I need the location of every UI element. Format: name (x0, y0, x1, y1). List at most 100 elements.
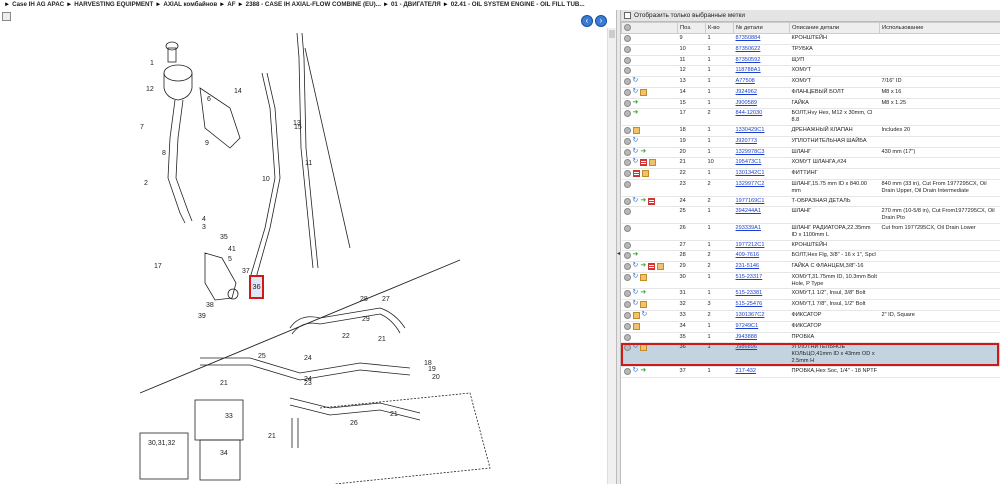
refresh-icon[interactable]: ↻ (633, 263, 639, 270)
refresh-icon[interactable]: ↻ (633, 78, 639, 85)
part-number-link[interactable]: 1977169C1 (734, 196, 790, 207)
diagram-callout[interactable]: 12 (146, 86, 154, 93)
column-header[interactable]: Использование (880, 23, 1000, 34)
diagram-callout[interactable]: 24 (304, 355, 312, 362)
diagram-callout[interactable]: 33 (225, 413, 233, 420)
gear-icon[interactable] (624, 263, 631, 270)
breadcrumb-item[interactable]: AF (227, 1, 235, 8)
list-icon[interactable] (648, 198, 655, 205)
diagram-callout[interactable]: 7 (140, 124, 144, 131)
refresh-icon[interactable]: ↻ (633, 301, 639, 308)
package-icon[interactable] (640, 274, 647, 281)
table-row[interactable]: ↻➜371217-432ПРОБКА,Hex Soc, 1/4" - 18 NP… (622, 366, 1000, 377)
arrow-right-icon[interactable]: ➜ (640, 198, 646, 205)
gear-icon[interactable] (624, 100, 631, 107)
gear-icon[interactable] (624, 127, 631, 134)
breadcrumb-item[interactable]: 01 - ДВИГАТЕЛЯ (391, 1, 441, 8)
column-header[interactable]: Описание детали (790, 23, 880, 34)
gear-icon[interactable] (624, 368, 631, 375)
arrow-right-icon[interactable]: ➜ (633, 252, 639, 259)
package-icon[interactable] (640, 344, 647, 351)
diagram-callout[interactable]: 41 (228, 246, 236, 253)
table-row[interactable]: ↻➜2421977169C1Т-ОБРАЗНАЯ ДЕТАЛЬ (622, 196, 1000, 207)
table-row[interactable]: 351J943888ПРОБКА (622, 332, 1000, 343)
part-number-link[interactable]: 409-7616 (734, 251, 790, 262)
table-row[interactable]: ↻141J924962ФЛАНЦЕВЫЙ БОЛТM8 x 16 (622, 87, 1000, 98)
diagram-callout[interactable]: 23 (304, 380, 312, 387)
part-number-link[interactable]: 1977212C1 (734, 240, 790, 251)
table-row[interactable]: 251394244A1ШЛАНГ270 mm (10-5/8 in), Cut … (622, 207, 1000, 224)
breadcrumb-item[interactable]: HARVESTING EQUIPMENT (74, 1, 153, 8)
arrow-right-icon[interactable]: ➜ (633, 100, 639, 107)
table-row[interactable]: ➜172844-12030БОЛТ,Hvy Hex, M12 x 30mm, C… (622, 109, 1000, 126)
table-row[interactable]: ↻323515-25476ХОМУТ,1 7/8", Insul, 1/2" B… (622, 300, 1000, 311)
gear-icon[interactable] (624, 149, 631, 156)
diagram-callout[interactable]: 5 (228, 256, 232, 263)
package-icon[interactable] (649, 159, 656, 166)
diagram-callout[interactable]: 26 (350, 420, 358, 427)
refresh-icon[interactable]: ↻ (633, 344, 639, 351)
refresh-icon[interactable]: ↻ (633, 274, 639, 281)
refresh-icon[interactable]: ↻ (633, 89, 639, 96)
refresh-icon[interactable]: ↻ (633, 138, 639, 145)
table-row[interactable]: 10187350622ТРУБКА (622, 44, 1000, 55)
part-number-link[interactable]: 394244A1 (734, 207, 790, 224)
package-icon[interactable] (640, 301, 647, 308)
part-number-link[interactable]: A77508 (734, 77, 790, 88)
diagram-callout[interactable]: 11 (305, 160, 312, 167)
gear-icon[interactable] (624, 110, 631, 117)
refresh-icon[interactable]: ↻ (633, 198, 639, 205)
package-icon[interactable] (657, 263, 664, 270)
diagram-callout[interactable]: 28 (360, 296, 368, 303)
table-row[interactable]: ↻➜292231-5146ГАЙКА С ФЛАНЦЕМ,3/8"-16 (622, 262, 1000, 273)
diagram-callout[interactable]: 25 (258, 353, 266, 360)
back-button[interactable]: ‹ (581, 15, 593, 27)
arrow-right-icon[interactable]: ➜ (640, 149, 646, 156)
gear-icon[interactable] (624, 78, 631, 85)
diagram-callout[interactable]: 14 (234, 88, 242, 95)
refresh-icon[interactable]: ↻ (642, 312, 648, 319)
table-row[interactable]: ↻301515-23317ХОМУТ,31.75mm ID, 10.3mm Bo… (622, 272, 1000, 289)
diagram-callout[interactable]: 6 (207, 96, 211, 103)
gear-icon[interactable] (624, 344, 631, 351)
table-row[interactable]: 1811330429C1ДРЕНАЖНЫЙ КЛАПАНIncludes 20 (622, 126, 1000, 137)
arrow-right-icon[interactable]: ➜ (640, 368, 646, 375)
package-icon[interactable] (633, 323, 640, 330)
table-row[interactable]: 11187350592ЩУП (622, 55, 1000, 66)
list-icon[interactable] (633, 170, 640, 177)
part-number-link[interactable]: 1329978C3 (734, 147, 790, 158)
part-number-link[interactable]: 844-12030 (734, 109, 790, 126)
table-row[interactable]: ↻131A77508ХОМУТ7/16" ID (622, 77, 1000, 88)
column-header[interactable] (622, 23, 678, 34)
gear-icon[interactable] (624, 35, 631, 42)
breadcrumb-item[interactable]: AXIAL комбайнов (163, 1, 217, 8)
part-number-link[interactable]: J986896 (734, 343, 790, 366)
diagram-callout[interactable]: 8 (162, 150, 166, 157)
diagram-callout[interactable]: 21 (220, 380, 228, 387)
table-row[interactable]: ↻➜2011329978C3ШЛАНГ430 mm (17") (622, 147, 1000, 158)
gear-icon[interactable] (624, 89, 631, 96)
diagram-callout[interactable]: 2 (144, 180, 148, 187)
table-row[interactable]: 9187350884КРОНШТЕЙН (622, 34, 1000, 45)
part-number-link[interactable]: 1329977C2 (734, 179, 790, 196)
table-row[interactable]: ↻2110195473C1ХОМУТ ШЛАНГА,#24 (622, 158, 1000, 169)
table-row[interactable]: ↻191J920773УПЛОТНИТЕЛЬНАЯ ШАЙБА (622, 136, 1000, 147)
package-icon[interactable] (633, 312, 640, 319)
part-number-link[interactable]: 1330429C1 (734, 126, 790, 137)
part-number-link[interactable]: 87350592 (734, 55, 790, 66)
list-icon[interactable] (648, 263, 655, 270)
table-row[interactable]: ↻3321301367C2ФИКСАТОР2" ID, Square (622, 311, 1000, 322)
package-icon[interactable] (642, 170, 649, 177)
diagram-scrollbar[interactable] (607, 28, 616, 484)
part-number-link[interactable]: 515-25476 (734, 300, 790, 311)
part-number-link[interactable]: J943888 (734, 332, 790, 343)
part-number-link[interactable]: 293339A1 (734, 223, 790, 240)
diagram-callout[interactable]: 21 (268, 433, 276, 440)
forward-button[interactable]: › (595, 15, 607, 27)
refresh-icon[interactable]: ↻ (633, 290, 639, 297)
package-icon[interactable] (640, 89, 647, 96)
table-row[interactable]: 261293339A1ШЛАНГ РАДИАТОРА,22.35mm ID x … (622, 223, 1000, 240)
diagram-callout[interactable]: 37 (242, 268, 250, 275)
breadcrumb-item[interactable]: 02.41 - OIL SYSTEM ENGINE - OIL FILL TUB… (451, 1, 585, 8)
table-row[interactable]: ➜282409-7616БОЛТ,Hex Flg, 3/8" - 16 x 1"… (622, 251, 1000, 262)
